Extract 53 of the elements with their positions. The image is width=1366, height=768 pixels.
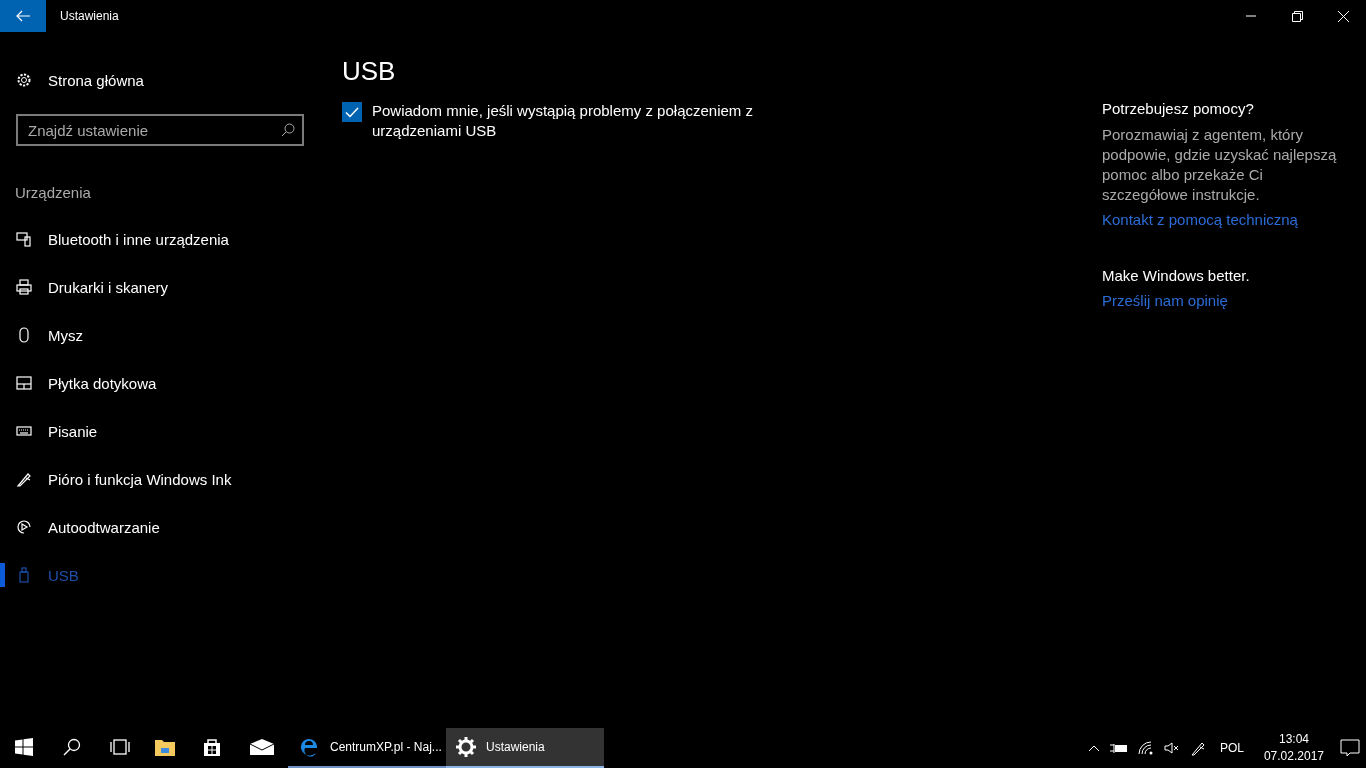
autoplay-icon	[16, 519, 32, 535]
restore-icon	[1291, 10, 1303, 22]
minimize-icon	[1246, 15, 1256, 17]
windows-logo-icon	[15, 738, 33, 756]
window-title: Ustawienia	[60, 9, 120, 23]
gear-icon	[16, 72, 32, 88]
help-heading: Make Windows better.	[1102, 267, 1251, 284]
keyboard-icon	[16, 423, 32, 439]
checkmark-icon	[345, 106, 359, 118]
back-arrow-icon	[16, 10, 30, 22]
sidebar-item[interactable]: Płytka dotykowa	[0, 359, 320, 407]
envelope-icon	[250, 739, 274, 755]
task-view-icon	[109, 739, 131, 755]
help-heading: Potrzebujesz pomocy?	[1102, 100, 1255, 117]
sidebar-item[interactable]: Bluetooth i inne urządzenia	[0, 215, 320, 263]
checkbox[interactable]	[342, 102, 362, 122]
gear-icon	[456, 737, 476, 757]
folder-icon	[154, 737, 176, 757]
search-icon	[281, 123, 295, 137]
sidebar-item[interactable]: Mysz	[0, 311, 320, 359]
section-heading: Urządzenia	[14, 183, 92, 203]
usb-drive-icon	[16, 567, 32, 583]
search-field[interactable]: Znajdź ustawienie	[16, 114, 304, 146]
selection-indicator	[0, 563, 5, 587]
help-text: Porozmawiaj z agentem, który podpowie, gdzie uzyskać najlepszą pomoc albo przekaże Ci szczegółowe instrukcje.	[1102, 125, 1338, 205]
wifi-icon[interactable]	[1137, 741, 1154, 755]
battery-icon[interactable]	[1109, 742, 1128, 754]
clock[interactable]: 13:04 07.02.2017	[1263, 731, 1324, 765]
keyboard-phone-icon	[16, 231, 32, 247]
shopping-bag-icon	[202, 737, 222, 757]
checkbox-label: Powiadom mnie, jeśli wystąpią problemy z połączeniem z urządzeniami USB	[372, 101, 754, 141]
help-link[interactable]: Kontakt z pomocą techniczną	[1102, 211, 1298, 228]
input-language[interactable]: POL	[1219, 741, 1244, 755]
sidebar-item[interactable]: Drukarki i skanery	[0, 263, 320, 311]
back-button[interactable]	[0, 0, 46, 32]
chevron-up-icon[interactable]	[1087, 744, 1100, 752]
home-nav-item[interactable]: Strona główna	[0, 56, 320, 104]
taskbar-app[interactable]: Ustawienia	[446, 728, 604, 768]
notification-icon[interactable]	[1340, 739, 1360, 757]
pen-icon	[16, 471, 32, 487]
search-icon	[63, 738, 81, 756]
muted-speaker-icon[interactable]	[1163, 742, 1180, 754]
sidebar-item[interactable]: Pisanie	[0, 407, 320, 455]
pen-icon[interactable]	[1189, 740, 1206, 756]
browser-e-icon	[298, 736, 320, 758]
close-icon	[1337, 10, 1349, 22]
printer-icon	[16, 279, 32, 295]
touchpad-icon	[16, 375, 32, 391]
mouse-icon	[16, 327, 32, 343]
sidebar-item[interactable]: Autoodtwarzanie	[0, 503, 320, 551]
page-title: USB	[342, 56, 397, 87]
help-link[interactable]: Prześlij nam opinię	[1102, 292, 1228, 309]
sidebar-item[interactable]: Pióro i funkcja Windows Ink	[0, 455, 320, 503]
